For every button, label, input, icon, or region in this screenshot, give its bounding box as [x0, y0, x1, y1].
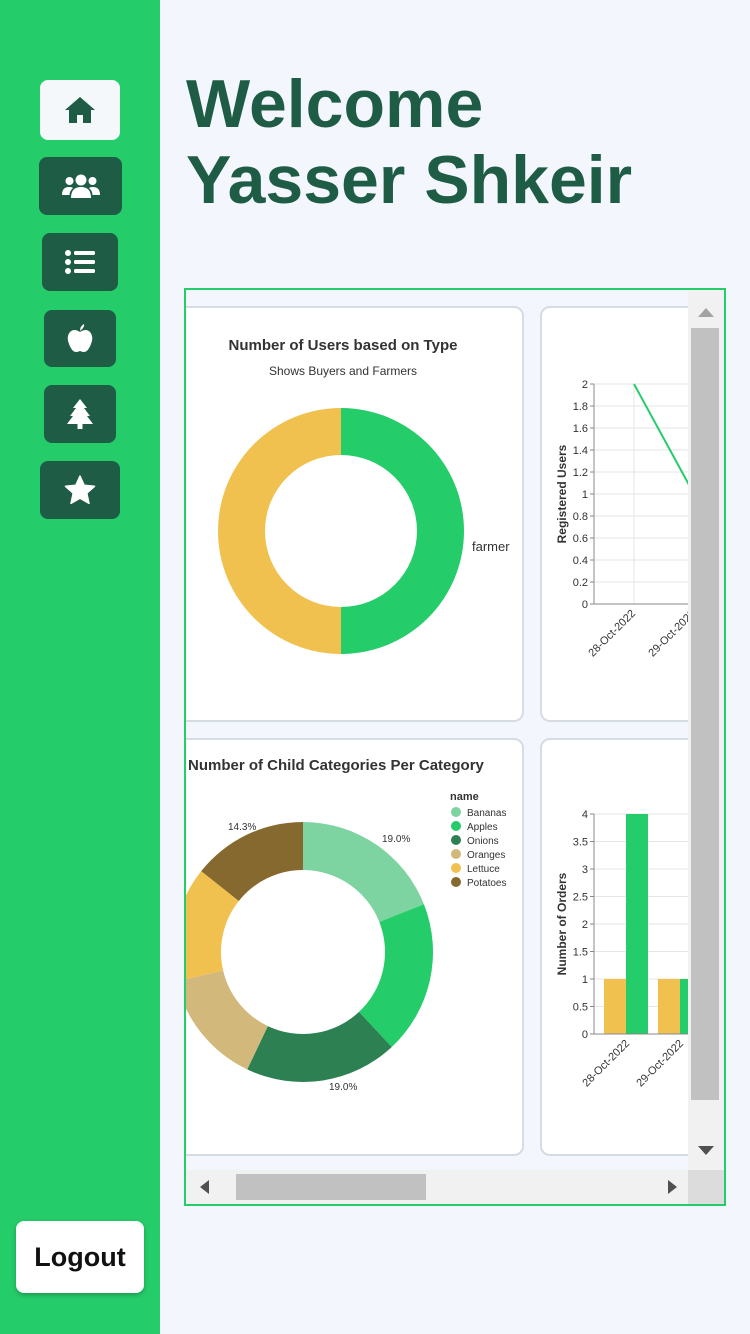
bar[interactable]: [658, 979, 680, 1034]
legend-item: Lettuce: [467, 864, 500, 875]
y-tick-label: 0.5: [573, 1002, 588, 1014]
dashboard-frame: Number of Users based on Type Shows Buye…: [184, 288, 726, 1206]
y-tick-label: 1.5: [573, 947, 588, 959]
chart-subtitle: Shows Buyers and Farmers: [269, 364, 417, 378]
legend-title: name: [450, 791, 479, 803]
vertical-scroll-thumb[interactable]: [691, 328, 719, 1100]
x-tick-label: 28-Oct-2022: [580, 1038, 632, 1090]
slice-label: 19.0%: [329, 1082, 357, 1093]
nav-users-button[interactable]: [39, 157, 122, 215]
y-tick-label: 0.4: [573, 555, 588, 567]
legend-item: Onions: [467, 836, 499, 847]
users-icon: [61, 174, 100, 198]
legend-swatch: [451, 849, 461, 859]
legend-item: Oranges: [467, 850, 505, 861]
y-tick-label: 3.5: [573, 837, 588, 849]
scroll-right-arrow-icon[interactable]: [668, 1180, 677, 1194]
scroll-up-arrow-icon[interactable]: [698, 308, 714, 317]
tree-icon: [67, 399, 93, 429]
nav-trees-button[interactable]: [44, 385, 116, 443]
scrollbar-corner: [688, 1170, 724, 1204]
y-tick-label: 2.5: [573, 892, 588, 904]
child-categories-chart: Number of Child Categories Per Category …: [186, 757, 506, 1093]
slice-label: farmer: [472, 539, 510, 554]
legend-swatch: [451, 821, 461, 831]
nav-home-button[interactable]: [40, 80, 120, 140]
nav-favorites-button[interactable]: [40, 461, 120, 519]
sidebar: Logout: [0, 0, 160, 1334]
y-tick-label: 1.8: [573, 401, 588, 413]
series-line: [633, 383, 695, 495]
y-tick-label: 1.2: [573, 467, 588, 479]
pie-slice-buyer[interactable]: [218, 408, 341, 654]
y-axis-label: Registered Users: [555, 444, 569, 543]
legend-swatch: [451, 877, 461, 887]
y-tick-label: 2: [582, 919, 588, 931]
y-tick-label: 1.6: [573, 423, 588, 435]
logout-button[interactable]: Logout: [16, 1221, 144, 1293]
y-tick-label: 3: [582, 864, 588, 876]
y-tick-label: 1: [582, 974, 588, 986]
y-tick-label: 0.6: [573, 533, 588, 545]
bar[interactable]: [626, 814, 648, 1034]
users-by-type-chart: Number of Users based on Type Shows Buye…: [218, 337, 510, 654]
x-tick-label: 28-Oct-2022: [586, 608, 638, 660]
y-tick-label: 4: [582, 809, 588, 821]
legend-item: Apples: [467, 822, 498, 833]
y-tick-label: 0.8: [573, 511, 588, 523]
slice-label: 14.3%: [228, 822, 256, 833]
legend-swatch: [451, 835, 461, 845]
x-tick-label: 29-Oct-2022: [634, 1038, 686, 1090]
apple-icon: [67, 323, 93, 352]
legend-item: Potatoes: [467, 878, 506, 889]
horizontal-scroll-thumb[interactable]: [236, 1174, 426, 1200]
scroll-down-arrow-icon[interactable]: [698, 1146, 714, 1155]
bar[interactable]: [604, 979, 626, 1034]
chart-title: Number of Users based on Type: [229, 337, 458, 354]
y-tick-label: 0.2: [573, 577, 588, 589]
y-tick-label: 2: [582, 379, 588, 391]
legend-swatch: [451, 863, 461, 873]
legend-item: Bananas: [467, 808, 506, 819]
users-by-type-card: Number of Users based on Type Shows Buye…: [186, 306, 524, 722]
y-tick-label: 0: [582, 1029, 588, 1041]
vertical-scrollbar[interactable]: [688, 290, 724, 1170]
y-tick-label: 1: [582, 489, 588, 501]
chart-title: Number of Child Categories Per Category: [188, 757, 485, 774]
horizontal-scrollbar[interactable]: [186, 1170, 724, 1204]
y-tick-label: 0: [582, 599, 588, 611]
legend-swatch: [451, 807, 461, 817]
pie-slice-farmer[interactable]: [341, 408, 464, 654]
welcome-line: Welcome: [186, 66, 484, 142]
scroll-left-arrow-icon[interactable]: [200, 1180, 209, 1194]
y-tick-label: 1.4: [573, 445, 588, 457]
nav-products-button[interactable]: [44, 310, 116, 367]
user-name: Yasser Shkeir: [186, 142, 633, 218]
star-icon: [64, 475, 96, 505]
page-title: Welcome Yasser Shkeir: [186, 66, 632, 218]
home-icon: [65, 97, 95, 123]
y-axis-label: Number of Orders: [555, 872, 569, 975]
list-icon: [65, 250, 95, 274]
nav-list-button[interactable]: [42, 233, 118, 291]
slice-label: 19.0%: [382, 834, 410, 845]
child-categories-card: Number of Child Categories Per Category …: [186, 738, 524, 1156]
